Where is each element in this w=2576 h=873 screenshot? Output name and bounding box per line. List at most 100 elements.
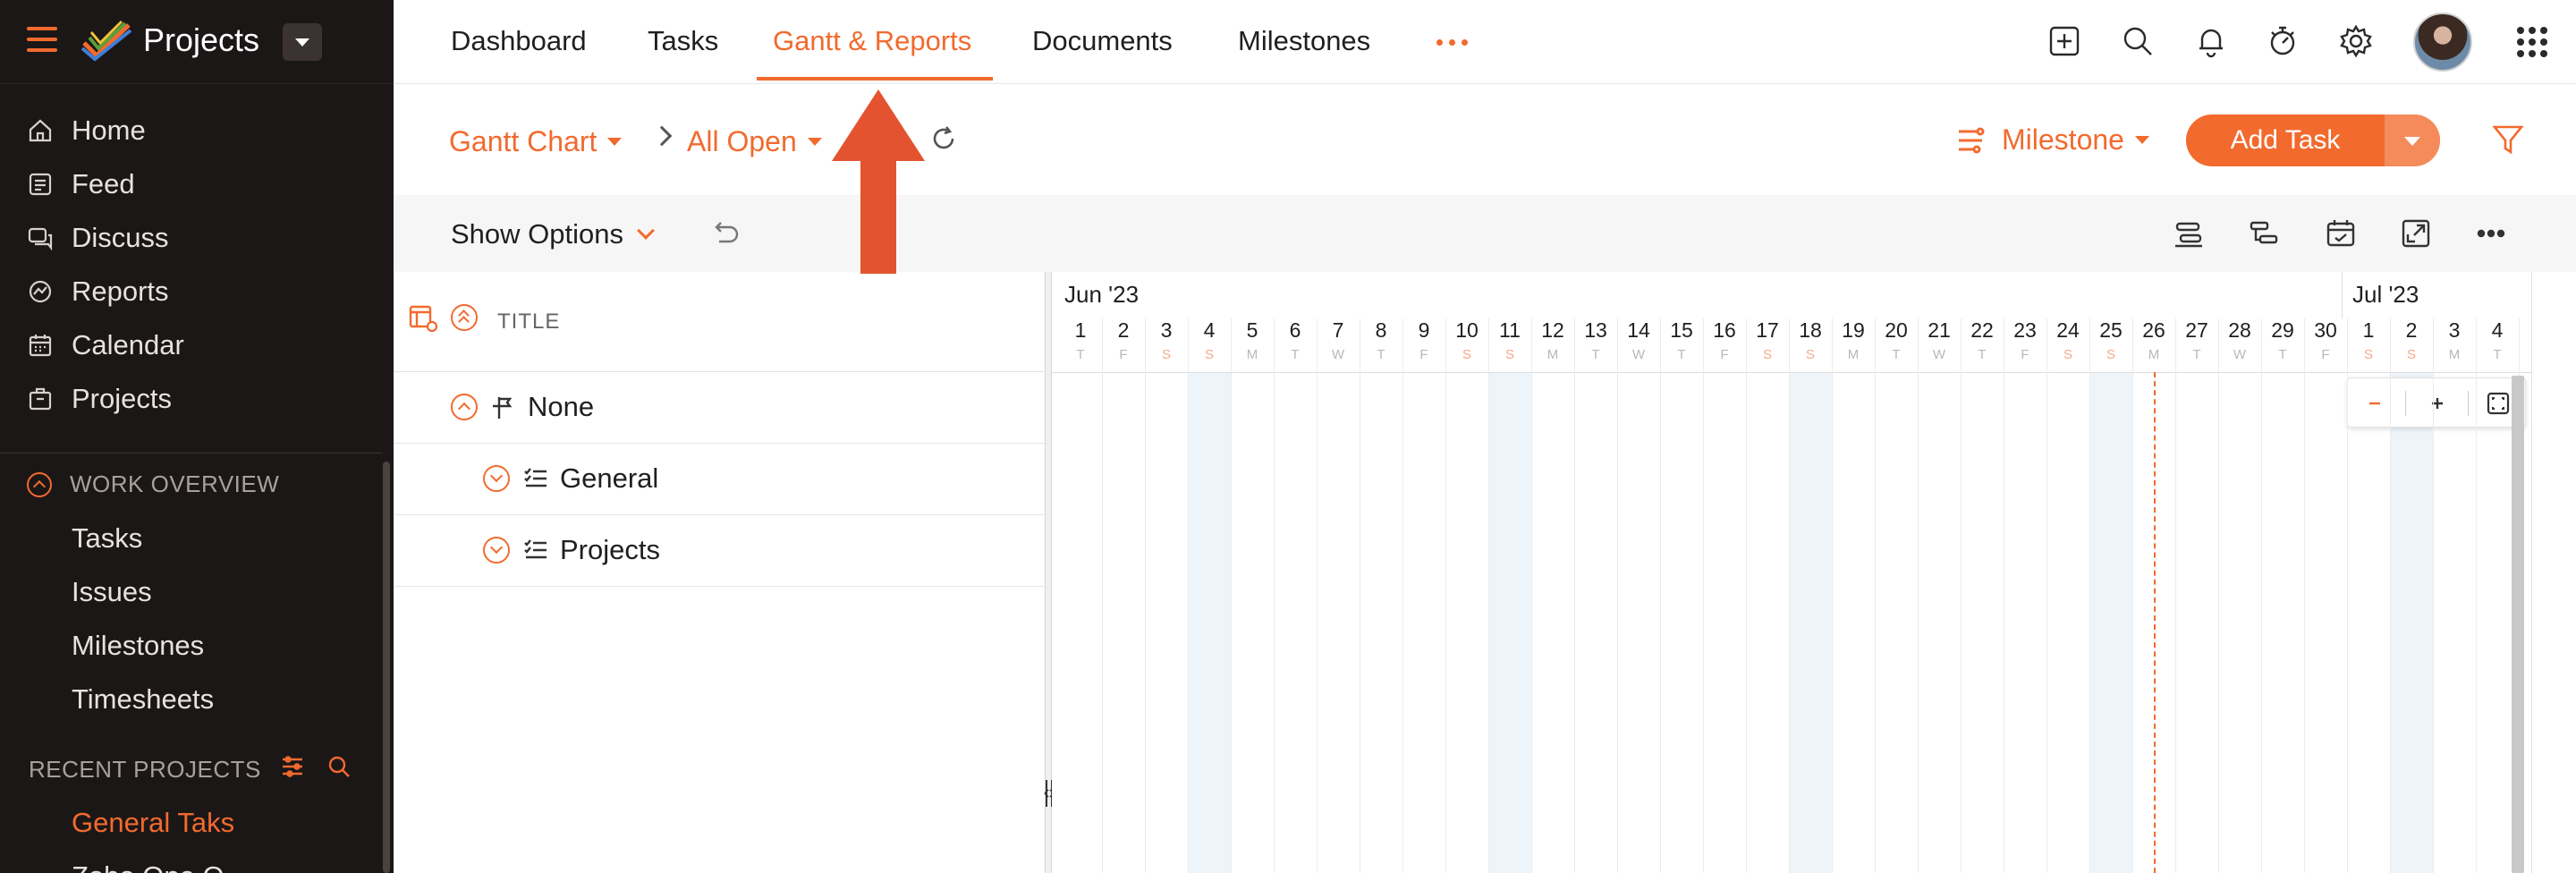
tab-gantt-reports[interactable]: Gantt & Reports (773, 25, 971, 57)
day-of-week: T (1978, 347, 1987, 362)
critical-path-icon[interactable] (2247, 216, 2281, 250)
recent-project-general-taks[interactable]: General Taks (72, 807, 234, 839)
collapse-icon[interactable] (451, 394, 478, 420)
breadcrumb-separator-icon (651, 125, 673, 147)
day-of-week: F (1419, 347, 1428, 362)
undo-icon[interactable] (708, 216, 741, 249)
date-range-icon[interactable] (2324, 216, 2358, 250)
day-gridline (1617, 318, 1618, 873)
day-number: 2 (1117, 318, 1130, 342)
hamburger-menu-icon[interactable] (27, 27, 57, 52)
filter-funnel-icon[interactable] (2490, 122, 2526, 157)
apps-grid-icon[interactable] (2517, 27, 2547, 57)
task-list-icon (522, 465, 549, 492)
tasklist-row-general[interactable]: General (394, 444, 1045, 515)
zoom-in-icon[interactable] (2419, 386, 2455, 421)
filter-selector-all-open[interactable]: All Open (687, 125, 822, 158)
user-avatar[interactable] (2413, 13, 2472, 72)
more-tabs-icon[interactable] (1435, 30, 1470, 52)
sidebar-item-milestones[interactable]: Milestones (72, 630, 204, 662)
gantt-scrollbar[interactable] (2512, 376, 2524, 873)
day-gridline (1875, 318, 1876, 873)
recent-project-zoho-one[interactable]: Zoho One O... (72, 860, 247, 873)
tab-milestones[interactable]: Milestones (1238, 25, 1370, 57)
day-number: 24 (2056, 318, 2080, 342)
day-of-week: M (1546, 347, 1559, 362)
day-number: 30 (2314, 318, 2337, 342)
sidebar-item-projects[interactable]: Projects (27, 377, 172, 421)
refresh-icon[interactable] (928, 123, 959, 154)
day-number: 29 (2271, 318, 2294, 342)
tab-dashboard[interactable]: Dashboard (451, 25, 587, 57)
day-of-week: T (1291, 347, 1300, 362)
gantt-timeline[interactable]: Jun '23 Jul '23 1 T 2 F 3 S 4 S 5 M 6 T 7 W 8 T 9 F 10 S 11 S… (1052, 272, 2531, 873)
sidebar: Projects Home Feed Discuss Reports Calen… (0, 0, 394, 873)
collapse-all-icon[interactable] (451, 304, 478, 331)
day-gridline (2476, 318, 2477, 873)
sidebar-item-home[interactable]: Home (27, 108, 146, 153)
quick-add-icon[interactable] (2046, 23, 2082, 59)
zoom-divider (2405, 391, 2406, 416)
sidebar-item-tasks[interactable]: Tasks (72, 522, 142, 555)
sidebar-item-feed[interactable]: Feed (27, 162, 135, 207)
day-number: 12 (1541, 318, 1564, 342)
day-of-week: S (2106, 347, 2115, 362)
day-of-week: M (1847, 347, 1860, 362)
day-gridline (1660, 318, 1661, 873)
day-number: 5 (2519, 318, 2531, 343)
search-icon[interactable] (2120, 23, 2156, 59)
day-number: 26 (2142, 318, 2165, 342)
reports-icon (29, 280, 52, 303)
day-number: 5 (1246, 318, 1258, 342)
day-gridline (2433, 318, 2434, 873)
sidebar-item-reports[interactable]: Reports (27, 269, 169, 314)
notification-bell-icon[interactable] (2193, 23, 2229, 59)
day-number: 23 (2013, 318, 2037, 342)
day-of-week: T (1377, 347, 1385, 362)
home-icon (29, 119, 52, 142)
more-options-icon[interactable] (2474, 216, 2508, 250)
expand-icon[interactable] (483, 537, 510, 564)
view-selector-gantt-chart[interactable]: Gantt Chart (449, 125, 623, 158)
day-number: 4 (2491, 318, 2504, 342)
tab-tasks[interactable]: Tasks (648, 25, 718, 57)
day-number: 3 (2448, 318, 2461, 342)
group-by-milestone-select[interactable]: Milestone (1955, 123, 2149, 157)
tab-documents[interactable]: Documents (1032, 25, 1173, 57)
day-number: 25 (2099, 318, 2123, 342)
tasklist-row-projects[interactable]: Projects (394, 515, 1045, 587)
sidebar-item-timesheets[interactable]: Timesheets (72, 683, 214, 716)
fit-to-screen-icon[interactable] (2480, 386, 2516, 421)
add-task-dropdown-icon[interactable] (2385, 114, 2440, 166)
zoom-out-icon[interactable] (2357, 386, 2393, 421)
sidebar-item-calendar[interactable]: Calendar (27, 323, 184, 368)
column-settings-icon[interactable] (408, 302, 438, 333)
add-task-button[interactable]: Add Task (2186, 114, 2440, 166)
day-gridline (1188, 318, 1189, 873)
day-of-week: F (2321, 347, 2330, 362)
day-of-week: M (2148, 347, 2160, 362)
group-row-none[interactable]: None (394, 372, 1045, 444)
work-overview-heading[interactable]: WORK OVERVIEW (27, 470, 279, 498)
expand-icon[interactable] (483, 465, 510, 492)
settings-gear-icon[interactable] (2338, 23, 2374, 59)
grid-header: TITLE (394, 272, 1045, 372)
day-number: 10 (1455, 318, 1479, 342)
filter-settings-icon[interactable] (279, 753, 306, 780)
expand-fullscreen-icon[interactable] (2399, 216, 2433, 250)
active-tab-indicator (757, 77, 993, 81)
sidebar-item-discuss[interactable]: Discuss (27, 216, 169, 260)
gantt-right-border (2531, 272, 2532, 873)
sidebar-scrollbar[interactable] (383, 462, 390, 873)
day-of-week: T (2493, 347, 2502, 362)
day-number: 13 (1584, 318, 1607, 342)
search-icon[interactable] (326, 753, 352, 780)
show-options-button[interactable]: Show Options (451, 218, 655, 250)
sidebar-item-issues[interactable]: Issues (72, 576, 152, 608)
section-title: WORK OVERVIEW (70, 470, 280, 497)
baseline-icon[interactable] (2172, 216, 2206, 250)
day-number: 20 (1885, 318, 1908, 342)
timer-icon[interactable] (2265, 23, 2301, 59)
app-switcher-dropdown[interactable] (283, 23, 322, 61)
calendar-icon (29, 335, 52, 357)
